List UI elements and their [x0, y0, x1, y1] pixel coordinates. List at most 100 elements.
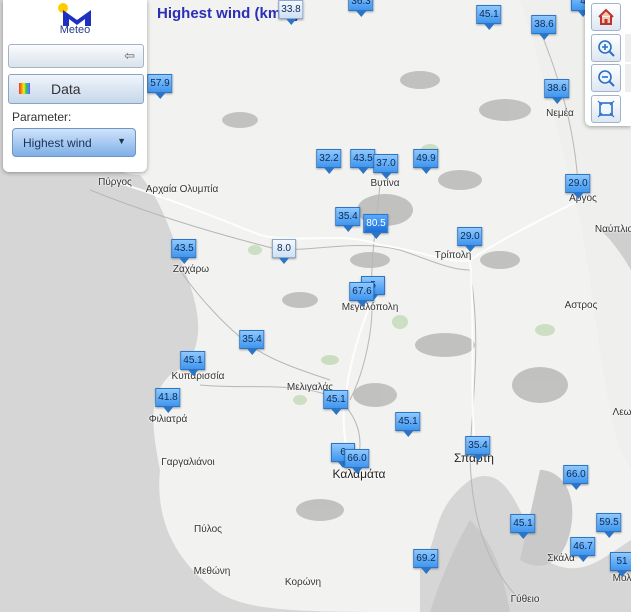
toolbar-edge [625, 64, 631, 92]
wind-marker[interactable]: 32.2 [316, 149, 342, 174]
marker-pointer [573, 193, 583, 199]
wind-marker[interactable]: 41.8 [155, 388, 181, 413]
marker-pointer [617, 571, 627, 577]
marker-pointer [331, 409, 341, 415]
marker-pointer [484, 24, 494, 30]
place-label: Γύθειο [510, 594, 540, 605]
marker-pointer [286, 19, 296, 25]
wind-value: 45.1 [180, 351, 206, 370]
marker-pointer [279, 258, 289, 264]
wind-marker[interactable]: 45.1 [323, 390, 349, 415]
wind-marker[interactable]: 51 [610, 552, 631, 577]
wind-marker[interactable]: 45.1 [510, 514, 536, 539]
wind-marker[interactable]: 80.5 [363, 214, 389, 239]
wind-value: 66.0 [563, 465, 589, 484]
chevron-down-icon: ▼ [117, 136, 126, 146]
wind-marker[interactable]: 38.6 [531, 15, 557, 40]
wind-value: 29.0 [457, 227, 483, 246]
wind-marker[interactable]: 66.0 [344, 449, 370, 474]
home-icon [598, 8, 614, 25]
marker-pointer [343, 226, 353, 232]
place-label: Λεω [612, 407, 631, 418]
wind-value: 8.0 [272, 239, 296, 258]
place-label: Μεθώνη [193, 566, 231, 577]
wind-marker[interactable]: 38.6 [544, 79, 570, 104]
marker-pointer [571, 484, 581, 490]
extent-icon [597, 100, 615, 118]
marker-pointer [357, 301, 367, 307]
zoom-in-icon [598, 40, 615, 57]
wind-marker[interactable]: 29.0 [565, 174, 591, 199]
marker-pointer [188, 370, 198, 376]
wind-marker[interactable]: 35.4 [465, 436, 491, 461]
home-button[interactable] [591, 3, 621, 31]
wind-value: 69.2 [413, 549, 439, 568]
wind-marker[interactable]: 57.9 [147, 74, 173, 99]
wind-marker[interactable]: 69.2 [413, 549, 439, 574]
control-panel: Meteo ⇦ Data Parameter: Highest wind ▼ [3, 0, 147, 172]
parameter-select[interactable]: Highest wind ▼ [12, 128, 136, 157]
wind-marker[interactable]: 35.4 [335, 207, 361, 232]
wind-marker[interactable]: 59.5 [596, 513, 622, 538]
wind-marker[interactable]: 35.4 [239, 330, 265, 355]
marker-pointer [578, 556, 588, 562]
zoom-extent-button[interactable] [591, 95, 621, 123]
wind-marker[interactable]: 43.5 [171, 239, 197, 264]
wind-marker[interactable]: 45.1 [476, 5, 502, 30]
marker-pointer [539, 34, 549, 40]
marker-pointer [465, 246, 475, 252]
logo-text: Meteo [59, 24, 91, 36]
marker-pointer [155, 93, 165, 99]
marker-pointer [381, 173, 391, 179]
wind-marker[interactable]: 45.1 [180, 351, 206, 376]
wind-value: 51 [610, 552, 631, 571]
marker-pointer [473, 455, 483, 461]
wind-marker[interactable]: 67.6 [349, 282, 375, 307]
wind-marker[interactable]: 43.5 [350, 149, 376, 174]
wind-marker[interactable]: 37.0 [373, 154, 399, 179]
place-label: Ναύπλιο [594, 224, 631, 235]
place-label: Πύλος [194, 524, 222, 535]
wind-value: 36.3 [348, 0, 374, 11]
wind-marker[interactable]: 36.3 [348, 0, 374, 17]
marker-pointer [518, 533, 528, 539]
place-label: Μεγαλόπολη [341, 302, 399, 313]
parameter-label: Parameter: [12, 110, 72, 124]
wind-value: 45.1 [323, 390, 349, 409]
wind-value: 43.5 [171, 239, 197, 258]
marker-pointer [179, 258, 189, 264]
place-label: Κορώνη [284, 577, 322, 588]
wind-value: 59.5 [596, 513, 622, 532]
zoom-out-button[interactable] [591, 64, 621, 92]
place-label: Κυπαρισσία [171, 371, 225, 382]
wind-marker[interactable]: 29.0 [457, 227, 483, 252]
place-label: Αστρος [564, 300, 598, 311]
wind-marker[interactable]: 49.9 [413, 149, 439, 174]
data-button[interactable]: Data [8, 74, 144, 104]
color-palette-icon [19, 83, 30, 94]
wind-value: 67.6 [349, 282, 375, 301]
marker-pointer [421, 168, 431, 174]
wind-value: 57.9 [147, 74, 173, 93]
zoom-in-button[interactable] [591, 34, 621, 62]
marker-pointer [421, 568, 431, 574]
place-label: Αρχαία Ολυμπία [145, 184, 219, 195]
wind-marker[interactable]: 66.0 [563, 465, 589, 490]
toolbar-edge [625, 34, 631, 62]
parameter-value: Highest wind [23, 136, 92, 150]
wind-value: 37.0 [373, 154, 399, 173]
wind-value: 33.8 [278, 0, 304, 19]
wind-value: 80.5 [363, 214, 389, 233]
place-label: Φιλιατρά [148, 414, 188, 425]
marker-pointer [403, 431, 413, 437]
wind-marker[interactable]: 33.8 [278, 0, 304, 25]
place-label: Νεμέα [546, 108, 574, 119]
place-label: Πύργος [98, 177, 132, 188]
wind-marker[interactable]: 8.0 [272, 239, 296, 264]
data-button-label: Data [51, 81, 81, 97]
wind-marker[interactable]: 45.1 [395, 412, 421, 437]
collapse-panel-button[interactable]: ⇦ [8, 44, 144, 68]
wind-value: 43.5 [350, 149, 376, 168]
wind-marker[interactable]: 46.7 [570, 537, 596, 562]
wind-value: 35.4 [465, 436, 491, 455]
